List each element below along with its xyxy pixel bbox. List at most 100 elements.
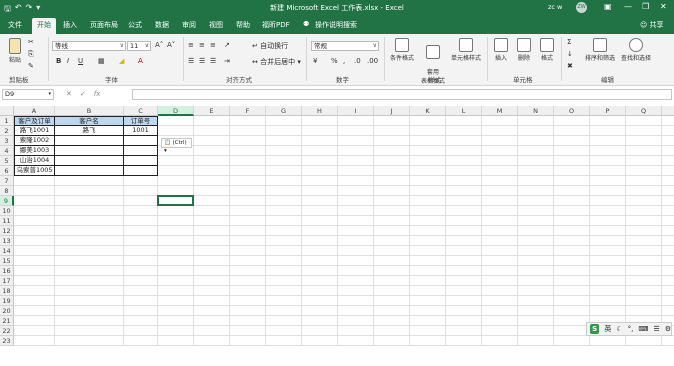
ime-toolbar[interactable]: S 英 ☾ °, ⌨ ☰ ⚙ <box>586 322 672 336</box>
cell[interactable] <box>302 126 338 136</box>
cell[interactable] <box>158 336 194 346</box>
cell[interactable] <box>338 246 374 256</box>
cell[interactable] <box>662 226 674 236</box>
bold-icon[interactable]: B <box>56 57 61 65</box>
cell[interactable] <box>662 296 674 306</box>
tab-view[interactable]: 视图 <box>209 20 223 30</box>
cell[interactable] <box>14 226 55 236</box>
column-header[interactable]: F <box>230 106 266 116</box>
column-header[interactable]: O <box>554 106 590 116</box>
cell[interactable] <box>590 226 626 236</box>
row-header[interactable]: 16 <box>0 266 14 276</box>
cell[interactable] <box>338 286 374 296</box>
cell[interactable] <box>518 246 554 256</box>
cell[interactable] <box>266 336 302 346</box>
percent-icon[interactable]: % <box>331 57 338 65</box>
cell[interactable] <box>446 296 482 306</box>
cell[interactable] <box>338 236 374 246</box>
table-cell[interactable] <box>124 156 158 166</box>
cell[interactable] <box>590 156 626 166</box>
row-header[interactable]: 19 <box>0 296 14 306</box>
column-header[interactable]: A <box>14 106 55 116</box>
cell[interactable] <box>230 326 266 336</box>
punctuation-icon[interactable]: °, <box>628 325 634 333</box>
align-center-icon[interactable]: ☰ <box>199 57 205 65</box>
cell[interactable] <box>14 336 55 346</box>
cell[interactable] <box>14 216 55 226</box>
table-header-cell[interactable]: 客户及订单 <box>14 116 55 126</box>
cell[interactable] <box>554 216 590 226</box>
cell[interactable] <box>482 226 518 236</box>
cell[interactable] <box>230 296 266 306</box>
merge-center-button[interactable]: ↔ 合并后居中 ▾ <box>252 57 301 67</box>
cell[interactable] <box>266 146 302 156</box>
cell[interactable] <box>230 306 266 316</box>
cell[interactable] <box>194 166 230 176</box>
cell[interactable] <box>446 256 482 266</box>
cell[interactable] <box>55 316 124 326</box>
cell[interactable] <box>410 206 446 216</box>
cell[interactable] <box>626 286 662 296</box>
cell[interactable] <box>410 176 446 186</box>
row-header[interactable]: 12 <box>0 226 14 236</box>
align-middle-icon[interactable]: ≡ <box>199 41 205 49</box>
orientation-icon[interactable]: ↗ <box>224 41 230 49</box>
row-header[interactable]: 4 <box>0 146 14 156</box>
cell[interactable] <box>410 336 446 346</box>
font-name-select[interactable]: 等线 ∨ <box>52 41 126 51</box>
cell[interactable] <box>590 146 626 156</box>
tab-page-layout[interactable]: 页面布局 <box>90 20 118 30</box>
cell[interactable] <box>338 126 374 136</box>
column-header[interactable]: D <box>158 106 194 116</box>
active-cell-outline[interactable] <box>157 195 194 206</box>
cell[interactable] <box>124 306 158 316</box>
cell[interactable] <box>446 146 482 156</box>
cell[interactable] <box>410 116 446 126</box>
cell[interactable] <box>124 316 158 326</box>
cell[interactable] <box>554 326 590 336</box>
cell[interactable] <box>230 136 266 146</box>
skin-icon[interactable]: ☰ <box>653 325 659 333</box>
cell[interactable] <box>410 246 446 256</box>
column-header[interactable]: E <box>194 106 230 116</box>
cell[interactable] <box>266 266 302 276</box>
cell[interactable] <box>158 326 194 336</box>
cell[interactable] <box>374 176 410 186</box>
cell[interactable] <box>446 216 482 226</box>
cell[interactable] <box>518 206 554 216</box>
tab-file[interactable]: 文件 <box>8 20 22 30</box>
cell[interactable] <box>374 246 410 256</box>
cell[interactable] <box>124 326 158 336</box>
cell[interactable] <box>230 236 266 246</box>
cell[interactable] <box>554 316 590 326</box>
close-icon[interactable]: ✕ <box>660 2 667 11</box>
wrap-text-button[interactable]: ↵ 自动换行 <box>252 41 288 51</box>
cell[interactable] <box>554 196 590 206</box>
cell[interactable] <box>194 216 230 226</box>
table-header-cell[interactable]: 客户名 <box>55 116 124 126</box>
cell[interactable] <box>446 316 482 326</box>
cell[interactable] <box>446 336 482 346</box>
row-header[interactable]: 6 <box>0 166 14 176</box>
cell[interactable] <box>124 196 158 206</box>
cell[interactable] <box>662 286 674 296</box>
cell[interactable] <box>302 146 338 156</box>
cell[interactable] <box>124 206 158 216</box>
cell[interactable] <box>410 146 446 156</box>
cell[interactable] <box>194 316 230 326</box>
cell[interactable] <box>302 216 338 226</box>
cell[interactable] <box>446 126 482 136</box>
cell[interactable] <box>194 136 230 146</box>
row-header[interactable]: 7 <box>0 176 14 186</box>
table-cell[interactable]: 1001 <box>124 126 158 136</box>
cell[interactable] <box>124 336 158 346</box>
row-header[interactable]: 20 <box>0 306 14 316</box>
cell[interactable] <box>338 196 374 206</box>
tell-me-search[interactable]: 操作说明搜索 <box>315 20 357 30</box>
cell[interactable] <box>230 126 266 136</box>
cell[interactable] <box>124 186 158 196</box>
column-header[interactable]: K <box>410 106 446 116</box>
user-name[interactable]: zc w <box>548 3 562 11</box>
cell[interactable] <box>554 176 590 186</box>
cell[interactable] <box>662 186 674 196</box>
